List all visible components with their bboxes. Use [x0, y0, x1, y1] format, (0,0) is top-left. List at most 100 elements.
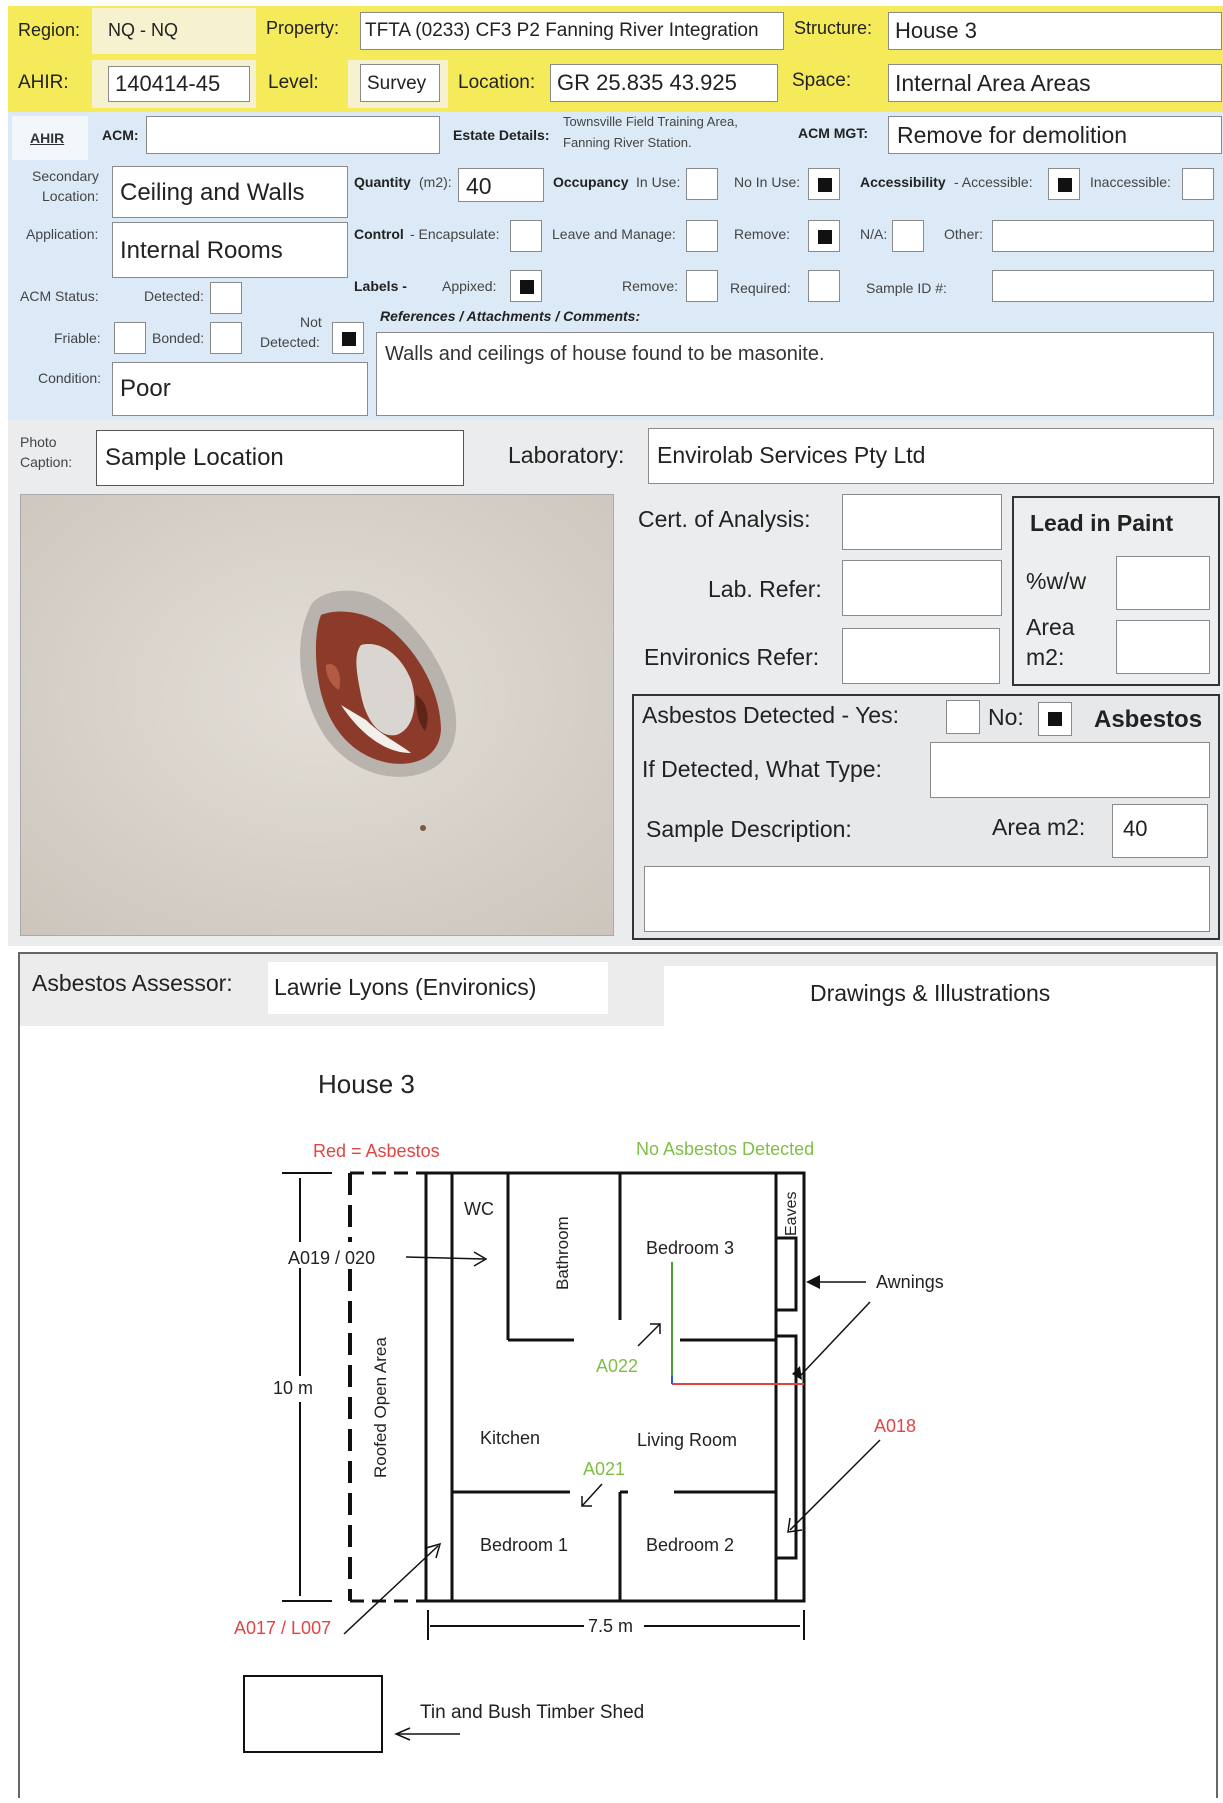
- sample-a022: A022: [596, 1356, 638, 1376]
- in-use-checkbox[interactable]: [686, 168, 718, 200]
- asbestos-no-checkbox[interactable]: [1038, 702, 1072, 736]
- not-detected-label: Detected:: [260, 334, 320, 350]
- condition-field[interactable]: Poor: [112, 362, 368, 416]
- bonded-checkbox[interactable]: [210, 322, 242, 354]
- accessible-checkbox[interactable]: [1048, 168, 1080, 200]
- dim-width: 7.5 m: [588, 1616, 633, 1636]
- space-label: Space:: [792, 70, 852, 91]
- control-label: Control: [354, 226, 404, 242]
- secondary-location-label-2: Location:: [42, 188, 99, 204]
- secondary-location-field[interactable]: Ceiling and Walls: [112, 166, 348, 218]
- na-checkbox[interactable]: [892, 220, 924, 252]
- other-field[interactable]: [992, 220, 1214, 252]
- asbestos-area-field[interactable]: 40: [1112, 804, 1208, 858]
- comments-field[interactable]: Walls and ceilings of house found to be …: [376, 332, 1214, 416]
- estate-line-2: Fanning River Station.: [563, 135, 692, 150]
- condition-label: Condition:: [38, 370, 102, 386]
- legend-red: Red = Asbestos: [313, 1141, 440, 1161]
- floor-plan-drawing: House 3 Red = Asbestos No Asbestos Detec…: [234, 1069, 944, 1753]
- quantity-field[interactable]: 40: [458, 168, 544, 202]
- ahir-link[interactable]: AHIR: [30, 130, 64, 146]
- not-label: Not: [300, 314, 322, 330]
- references-label: References / Attachments / Comments:: [380, 308, 641, 324]
- room-living: Living Room: [637, 1430, 737, 1450]
- asbestos-no-label: No:: [988, 704, 1024, 730]
- labels-label: Labels -: [354, 278, 407, 294]
- labels-remove-checkbox[interactable]: [686, 270, 718, 302]
- a019-arrow: [405, 1256, 485, 1260]
- encapsulate-label: - Encapsulate:: [410, 226, 500, 242]
- laboratory-field[interactable]: Envirolab Services Pty Ltd: [648, 428, 1214, 484]
- detected-label: Detected:: [144, 288, 204, 304]
- inaccessible-checkbox[interactable]: [1182, 168, 1214, 200]
- location-label: Location:: [458, 72, 536, 93]
- leave-manage-checkbox[interactable]: [686, 220, 718, 252]
- asbestos-yes-checkbox[interactable]: [946, 700, 980, 734]
- ahir-field[interactable]: 140414-45: [108, 66, 250, 102]
- drawings-tab[interactable]: Drawings & Illustrations: [810, 980, 1050, 1007]
- na-label: N/A:: [860, 226, 888, 242]
- dim-height: 10 m: [273, 1378, 313, 1398]
- location-field[interactable]: GR 25.835 43.925: [550, 64, 778, 102]
- a021-arrow: [581, 1483, 603, 1507]
- property-field[interactable]: TFTA (0233) CF3 P2 Fanning River Integra…: [360, 12, 784, 50]
- area-label-1: Area: [1026, 614, 1075, 640]
- drawings-tab-bar: [664, 954, 1216, 966]
- required-checkbox[interactable]: [808, 270, 840, 302]
- region-label: Region:: [18, 20, 81, 40]
- application-label: Application:: [26, 226, 99, 242]
- lab-refer-field[interactable]: [842, 560, 1002, 616]
- sample-description-label: Sample Description:: [646, 816, 852, 842]
- sample-id-label: Sample ID #:: [866, 280, 947, 296]
- ahir-label: AHIR:: [18, 72, 69, 93]
- type-field[interactable]: [930, 742, 1210, 798]
- accessibility-label: Accessibility: [860, 174, 946, 190]
- encapsulate-checkbox[interactable]: [510, 220, 542, 252]
- assessor-label: Asbestos Assessor:: [32, 970, 233, 996]
- occupancy-label: Occupancy: [553, 174, 629, 190]
- legend-green: No Asbestos Detected: [636, 1139, 814, 1159]
- space-field[interactable]: Internal Area Areas: [888, 64, 1222, 102]
- cert-field[interactable]: [842, 494, 1002, 550]
- floor-plan: House 3 Red = Asbestos No Asbestos Detec…: [20, 1028, 1216, 1798]
- no-in-use-label: No In Use:: [734, 174, 801, 190]
- not-detected-checkbox[interactable]: [332, 322, 364, 354]
- labels-remove-label: Remove:: [622, 278, 679, 294]
- environics-refer-field[interactable]: [842, 628, 1000, 684]
- secondary-location-label-1: Secondary: [32, 168, 99, 184]
- sample-a018: A018: [874, 1416, 916, 1436]
- structure-label: Structure:: [794, 18, 873, 38]
- room-eaves: Eaves: [783, 1192, 800, 1236]
- awnings-arrow-head: [806, 1275, 820, 1289]
- sample-id-field[interactable]: [992, 270, 1214, 302]
- area-field[interactable]: [1116, 620, 1210, 674]
- appixed-label: Appixed:: [442, 278, 497, 294]
- lead-in-paint-title: Lead in Paint: [1030, 510, 1174, 536]
- ww-field[interactable]: [1116, 556, 1210, 610]
- no-in-use-checkbox[interactable]: [808, 168, 840, 200]
- detected-checkbox[interactable]: [210, 282, 242, 314]
- cert-label: Cert. of Analysis:: [638, 506, 811, 532]
- hole-in-wall-image: [21, 495, 613, 935]
- sample-description-field[interactable]: [644, 866, 1210, 932]
- photo-caption-field[interactable]: Sample Location: [96, 430, 464, 486]
- shed-box: [243, 1675, 383, 1753]
- acm-field[interactable]: [146, 116, 440, 154]
- appixed-checkbox[interactable]: [510, 270, 542, 302]
- room-bedroom-2: Bedroom 2: [646, 1535, 734, 1555]
- friable-checkbox[interactable]: [114, 322, 146, 354]
- structure-field[interactable]: House 3: [888, 12, 1222, 50]
- friable-label: Friable:: [54, 330, 101, 346]
- acm-mgt-field[interactable]: Remove for demolition: [888, 116, 1222, 154]
- a022-arrow: [637, 1323, 661, 1347]
- remove-checkbox[interactable]: [808, 220, 840, 252]
- application-field[interactable]: Internal Rooms: [112, 222, 348, 278]
- acm-status-label: ACM Status:: [20, 288, 99, 304]
- acm-label: ACM:: [102, 127, 139, 143]
- asbestos-detected-label: Asbestos Detected - Yes:: [642, 702, 899, 728]
- roofed-open-area: Roofed Open Area: [371, 1337, 390, 1478]
- awnings-label: Awnings: [876, 1272, 944, 1292]
- assessor-field[interactable]: Lawrie Lyons (Environics): [268, 962, 608, 1014]
- awnings-leader: [799, 1301, 871, 1377]
- level-field[interactable]: Survey: [360, 64, 440, 102]
